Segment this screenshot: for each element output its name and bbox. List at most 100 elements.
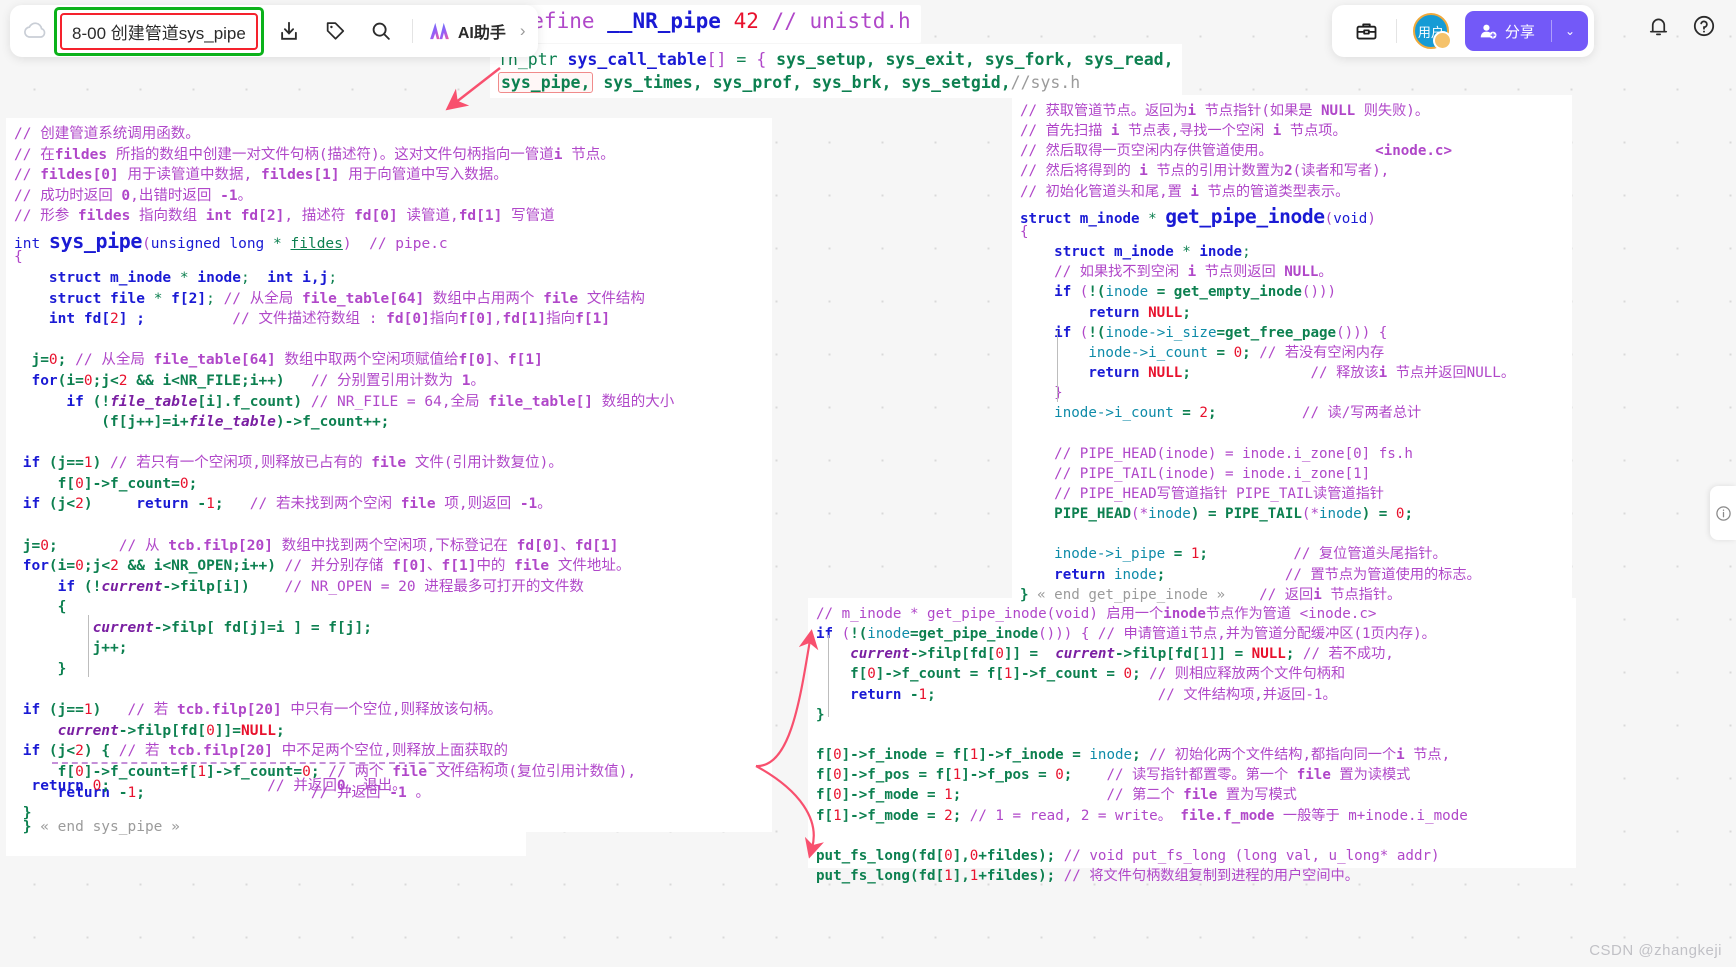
code-token: 0 — [206, 722, 215, 739]
code-token: 置为写模式 — [1217, 787, 1297, 804]
code-token: ; — [1182, 365, 1191, 382]
toolbar-expand-icon[interactable]: › — [516, 21, 530, 41]
code-line: return NULL; // 释放该i 节点并返回NULL。 — [1020, 363, 1564, 383]
code-token: // pipe.c — [351, 235, 448, 252]
code-line: int sys_pipe(unsigned long * fildes) // … — [14, 227, 764, 253]
code-block-get-pipe-inode[interactable]: // 获取管道节点。返回为i 节点指针(如果是 NULL 则失败)。// 首先扫… — [1012, 95, 1572, 613]
code-token: // 然后将得到的 — [1020, 163, 1140, 180]
code-token: // 创建管道系统调用函数。 — [14, 126, 200, 142]
code-token: // 初始化管道头和尾,置 — [1020, 183, 1191, 200]
info-circle-icon[interactable] — [1710, 486, 1736, 540]
code-token: { — [1020, 223, 1029, 240]
code-token: = — [726, 50, 757, 69]
code-block-syscall-table[interactable]: fn_ptr sys_call_table[] = { sys_setup, s… — [490, 44, 1182, 98]
code-token: ( — [1071, 324, 1089, 341]
code-token: // 第二个 — [961, 787, 1184, 804]
code-line: // PIPE_HEAD(inode) = inode.i_zone[0] fs… — [1020, 444, 1564, 464]
code-token: 42 — [733, 9, 759, 33]
account-toolbar-group[interactable]: 用户 分享 ⌄ — [1331, 5, 1594, 57]
code-token: « end sys_pipe » — [31, 819, 180, 836]
code-token: 文件结构 — [578, 290, 645, 307]
title-toolbar-group[interactable]: 8-00 创建管道sys_pipe AI助手 › — [10, 5, 538, 57]
code-line: put_fs_long(fd[0],0+fildes); // void put… — [816, 846, 1568, 866]
code-token: 1 — [918, 686, 928, 703]
code-token: && i<NR_FILE;i++) — [127, 372, 285, 389]
code-block-define[interactable]: #define __NR_pipe 42 // unistd.h — [498, 5, 921, 43]
code-line: struct m_inode * inode; int i,j; — [14, 268, 764, 289]
code-token: } — [14, 661, 67, 678]
code-token: ->filp[i]) — [162, 578, 250, 595]
code-token: // 若 — [110, 743, 169, 760]
code-token: if — [22, 496, 41, 513]
code-token: ; — [1132, 666, 1141, 683]
code-token: 数组中占用两个 — [424, 290, 544, 307]
bell-icon[interactable] — [1644, 12, 1672, 40]
share-button[interactable]: 分享 ⌄ — [1464, 11, 1588, 51]
ai-assistant-button[interactable]: AI助手 — [423, 10, 512, 52]
code-token: [] — [706, 50, 727, 69]
document-title[interactable]: 8-00 创建管道sys_pipe — [72, 24, 246, 43]
search-icon[interactable] — [360, 10, 402, 52]
code-token: // 分别置引用计数为 — [284, 372, 462, 389]
code-token: 数组的大小 — [593, 393, 675, 410]
code-token: <inode.c> — [1272, 143, 1453, 160]
code-token: // 如果找不到空闲 — [1020, 264, 1188, 281]
code-token: * — [1139, 210, 1166, 227]
code-line — [816, 725, 1568, 745]
code-token: file — [371, 455, 407, 472]
avatar[interactable]: 用户 — [1412, 13, 1452, 50]
code-token: return — [1054, 566, 1106, 583]
code-token: ; — [1242, 244, 1251, 261]
code-token: i — [1378, 365, 1388, 382]
code-token: 节点的管道类型表示。 — [1198, 183, 1350, 200]
code-token: ; — [206, 290, 224, 307]
help-icon[interactable] — [1690, 12, 1718, 40]
code-line — [816, 826, 1568, 846]
code-token: 0 — [833, 747, 842, 764]
code-token: 节点。 — [562, 146, 615, 163]
block-guide-line — [1057, 330, 1058, 402]
code-token: file — [101, 290, 145, 307]
briefcase-icon[interactable] — [1346, 10, 1388, 52]
code-token: file_table — [188, 414, 276, 431]
code-token: return — [136, 496, 189, 513]
code-token: ]->f_inode = — [978, 747, 1090, 764]
code-block-sys-pipe[interactable]: // 创建管道系统调用函数。// 在fildes 所指的数组中创建一对文件句柄(… — [6, 118, 772, 832]
code-token: return — [1088, 304, 1140, 321]
code-token: { — [14, 249, 23, 266]
code-line: struct m_inode * get_pipe_inode(void) — [1020, 202, 1564, 228]
code-token: m_inode — [1105, 244, 1174, 261]
code-block-pipe-init[interactable]: // m_inode * get_pipe_inode(void) 启用一个in… — [808, 598, 1576, 894]
code-line: if (!file_table[i].f_count) // NR_FILE =… — [14, 392, 764, 413]
code-token: 0 — [40, 537, 49, 554]
code-token: inode->i_size — [1105, 324, 1217, 341]
code-block-sys-pipe-return[interactable]: return 0; // 并返回0, 退出。 } « end sys_pipe … — [6, 770, 526, 848]
code-token: 1 — [461, 372, 471, 389]
code-token: (fd[ — [909, 868, 945, 885]
code-token: , 描述符 — [284, 208, 355, 225]
code-token: // 1 = read, 2 = write。 — [961, 807, 1181, 824]
code-token: return — [850, 686, 902, 703]
code-token: i — [553, 146, 563, 163]
code-token: 、 — [427, 558, 442, 575]
code-token: f[0] — [458, 352, 494, 369]
code-token: f[1] — [441, 558, 477, 575]
tag-icon[interactable] — [314, 10, 356, 52]
code-line: // PIPE_HEAD写管道指针 PIPE_TAIL读管道指针 — [1020, 484, 1564, 504]
code-line — [14, 330, 764, 351]
code-token: 节点的引用计数置为 — [1147, 163, 1285, 180]
code-token: i — [1187, 264, 1197, 281]
code-token: ]->f_inode = f[ — [841, 747, 970, 764]
code-line: f[0]->f_count = f[1]->f_count = 0; // 则相… — [816, 664, 1568, 684]
chevron-down-icon[interactable]: ⌄ — [1552, 24, 1588, 38]
code-token: int fd[2] — [205, 208, 285, 225]
download-icon[interactable] — [268, 10, 310, 52]
code-line: f[0]->f_inode = f[1]->f_inode = inode; /… — [816, 745, 1568, 765]
whiteboard-canvas[interactable]: #define __NR_pipe 42 // unistd.h fn_ptr … — [0, 0, 1736, 967]
code-token: ]] = — [1003, 646, 1056, 663]
